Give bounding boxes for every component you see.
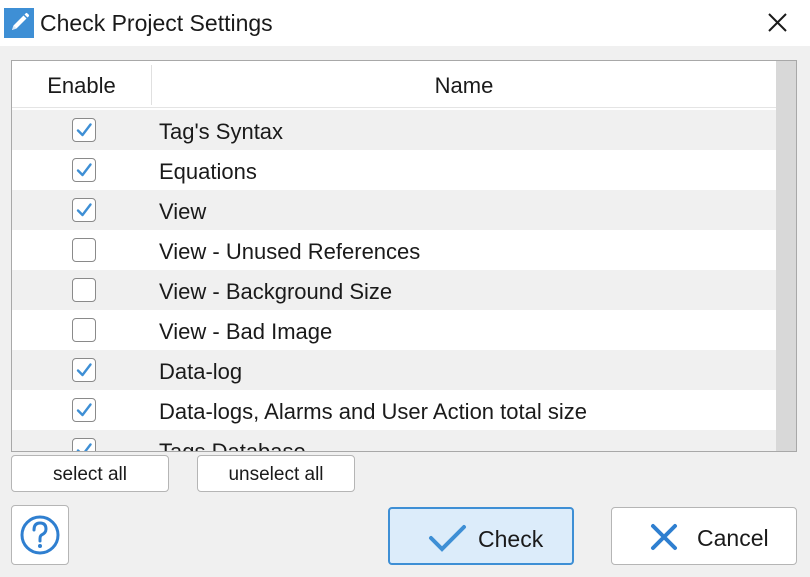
table-row[interactable]: View	[12, 190, 776, 230]
table-row[interactable]: Equations	[12, 150, 776, 190]
close-icon	[768, 13, 787, 32]
check-name: View - Bad Image	[159, 319, 333, 344]
checkmark-icon	[429, 525, 466, 552]
check-name: View - Unused References	[159, 239, 421, 264]
check-icon	[76, 123, 92, 137]
close-button[interactable]	[756, 4, 800, 42]
enable-checkbox[interactable]	[72, 358, 96, 382]
enable-checkbox[interactable]	[72, 118, 96, 142]
select-all-button[interactable]: select all	[11, 455, 169, 492]
table-row[interactable]: View - Background Size	[12, 270, 776, 310]
check-name: Equations	[159, 159, 257, 184]
check-icon	[76, 203, 92, 217]
table-row[interactable]: Tag's Syntax	[12, 110, 776, 150]
check-button[interactable]: Check	[388, 507, 574, 565]
grid-rows: Tag's Syntax Equations View View - Unused R…	[12, 110, 776, 452]
help-button[interactable]	[11, 505, 69, 565]
enable-checkbox[interactable]	[72, 238, 96, 262]
check-icon	[76, 163, 92, 177]
enable-checkbox[interactable]	[72, 158, 96, 182]
title-bar: Check Project Settings	[0, 0, 810, 46]
unselect-all-button[interactable]: unselect all	[197, 455, 355, 492]
column-header-name[interactable]: Name	[152, 61, 776, 107]
check-name: Data-logs, Alarms and User Action total …	[159, 399, 587, 424]
pencil-icon	[4, 8, 34, 38]
enable-checkbox[interactable]	[72, 198, 96, 222]
question-icon	[20, 515, 60, 555]
check-icon	[76, 403, 92, 417]
table-row[interactable]: Data-logs, Alarms and User Action total …	[12, 390, 776, 430]
x-icon	[651, 524, 677, 550]
column-header-enable[interactable]: Enable	[12, 61, 151, 107]
check-icon	[76, 443, 92, 451]
check-name: Tag's Syntax	[159, 119, 284, 144]
check-name: View	[159, 199, 207, 224]
enable-checkbox[interactable]	[72, 318, 96, 342]
cancel-label: Cancel	[697, 525, 769, 551]
check-name: View - Background Size	[159, 279, 393, 304]
table-row[interactable]: Tags Database	[12, 430, 776, 452]
cancel-button[interactable]: Cancel	[611, 507, 797, 565]
table-row[interactable]: View - Unused References	[12, 230, 776, 270]
window-title: Check Project Settings	[40, 10, 273, 36]
enable-checkbox[interactable]	[72, 398, 96, 422]
table-row[interactable]: Data-log	[12, 350, 776, 390]
check-label: Check	[478, 526, 544, 552]
check-name: Data-log	[159, 359, 243, 384]
check-name: Tags Database	[159, 439, 306, 452]
enable-checkbox[interactable]	[72, 278, 96, 302]
table-row[interactable]: View - Bad Image	[12, 310, 776, 350]
grid-header: Enable Name	[12, 61, 776, 108]
enable-checkbox[interactable]	[72, 438, 96, 451]
check-icon	[76, 363, 92, 377]
settings-grid: Enable Name Tag's Syntax Equations View Vie…	[11, 60, 797, 452]
vertical-scrollbar[interactable]	[776, 61, 796, 451]
